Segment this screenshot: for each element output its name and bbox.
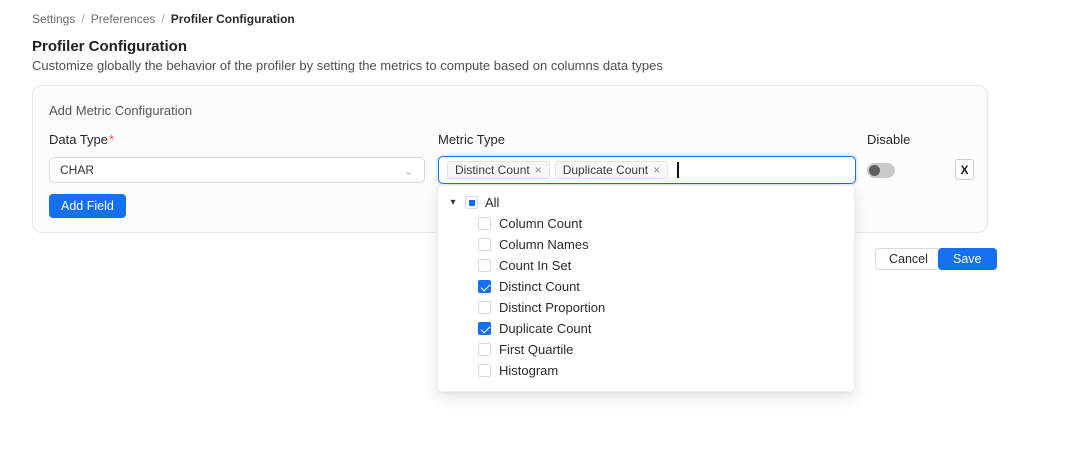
checkbox-icon[interactable] bbox=[478, 238, 491, 251]
breadcrumb-settings[interactable]: Settings bbox=[32, 12, 75, 26]
breadcrumb-separator: / bbox=[161, 12, 164, 26]
metric-option-all[interactable]: ▾ All bbox=[438, 192, 854, 213]
breadcrumb: Settings / Preferences / Profiler Config… bbox=[32, 12, 295, 26]
metric-option-count-in-set[interactable]: Count In Set bbox=[438, 255, 854, 276]
checkbox-all-icon[interactable] bbox=[465, 196, 478, 209]
cancel-button[interactable]: Cancel bbox=[875, 248, 942, 270]
metric-type-multiselect[interactable]: Distinct Count × Duplicate Count × bbox=[438, 156, 856, 184]
metric-option-label: All bbox=[485, 195, 499, 210]
page-title: Profiler Configuration bbox=[32, 38, 187, 55]
metric-option-duplicate-count[interactable]: Duplicate Count bbox=[438, 318, 854, 339]
add-field-button[interactable]: Add Field bbox=[49, 194, 126, 218]
tag-remove-icon[interactable]: × bbox=[653, 164, 660, 176]
checkbox-icon[interactable] bbox=[478, 259, 491, 272]
metric-option-label: Distinct Count bbox=[499, 279, 580, 294]
checkbox-icon[interactable] bbox=[478, 280, 491, 293]
metric-option-distinct-proportion[interactable]: Distinct Proportion bbox=[438, 297, 854, 318]
breadcrumb-separator: / bbox=[81, 12, 84, 26]
metric-option-histogram[interactable]: Histogram bbox=[438, 360, 854, 381]
remove-field-button[interactable]: X bbox=[955, 159, 974, 180]
metric-option-column-names[interactable]: Column Names bbox=[438, 234, 854, 255]
metric-option-label: Column Count bbox=[499, 216, 582, 231]
metric-tag: Duplicate Count × bbox=[555, 161, 668, 179]
checkbox-icon[interactable] bbox=[478, 217, 491, 230]
metric-option-column-count[interactable]: Column Count bbox=[438, 213, 854, 234]
metric-option-label: Duplicate Count bbox=[499, 321, 592, 336]
checkbox-icon[interactable] bbox=[478, 343, 491, 356]
metric-option-distinct-count[interactable]: Distinct Count bbox=[438, 276, 854, 297]
metric-tag-label: Distinct Count bbox=[455, 163, 530, 177]
card-title: Add Metric Configuration bbox=[49, 103, 192, 118]
tag-remove-icon[interactable]: × bbox=[535, 164, 542, 176]
metric-option-label: Distinct Proportion bbox=[499, 300, 605, 315]
toggle-knob bbox=[869, 165, 880, 176]
checkbox-icon[interactable] bbox=[478, 322, 491, 335]
checkbox-icon[interactable] bbox=[478, 301, 491, 314]
profiler-configuration-page: Settings / Preferences / Profiler Config… bbox=[0, 0, 1072, 450]
data-type-select[interactable]: CHAR ⌄ bbox=[49, 157, 425, 183]
page-subtitle: Customize globally the behavior of the p… bbox=[32, 58, 663, 73]
required-asterisk: * bbox=[109, 132, 114, 147]
text-cursor bbox=[677, 162, 679, 178]
save-button[interactable]: Save bbox=[938, 248, 997, 270]
metric-type-label: Metric Type bbox=[438, 132, 505, 147]
metric-option-label: First Quartile bbox=[499, 342, 573, 357]
metric-type-dropdown: ▾ All Column Count Column Names Count In… bbox=[437, 185, 855, 392]
metric-option-label: Count In Set bbox=[499, 258, 571, 273]
metric-tag: Distinct Count × bbox=[447, 161, 550, 179]
metric-tag-label: Duplicate Count bbox=[563, 163, 648, 177]
metric-option-label: Column Names bbox=[499, 237, 589, 252]
disable-label: Disable bbox=[867, 132, 910, 147]
metric-option-label: Histogram bbox=[499, 363, 558, 378]
data-type-value: CHAR bbox=[60, 163, 94, 177]
chevron-down-icon: ⌄ bbox=[403, 164, 414, 177]
checkbox-icon[interactable] bbox=[478, 364, 491, 377]
data-type-label: Data Type* bbox=[49, 132, 114, 147]
breadcrumb-preferences[interactable]: Preferences bbox=[91, 12, 156, 26]
disable-toggle[interactable] bbox=[867, 163, 895, 178]
caret-down-icon[interactable]: ▾ bbox=[448, 197, 458, 208]
data-type-label-text: Data Type bbox=[49, 132, 108, 147]
metric-option-first-quartile[interactable]: First Quartile bbox=[438, 339, 854, 360]
breadcrumb-profiler-configuration: Profiler Configuration bbox=[171, 12, 295, 26]
